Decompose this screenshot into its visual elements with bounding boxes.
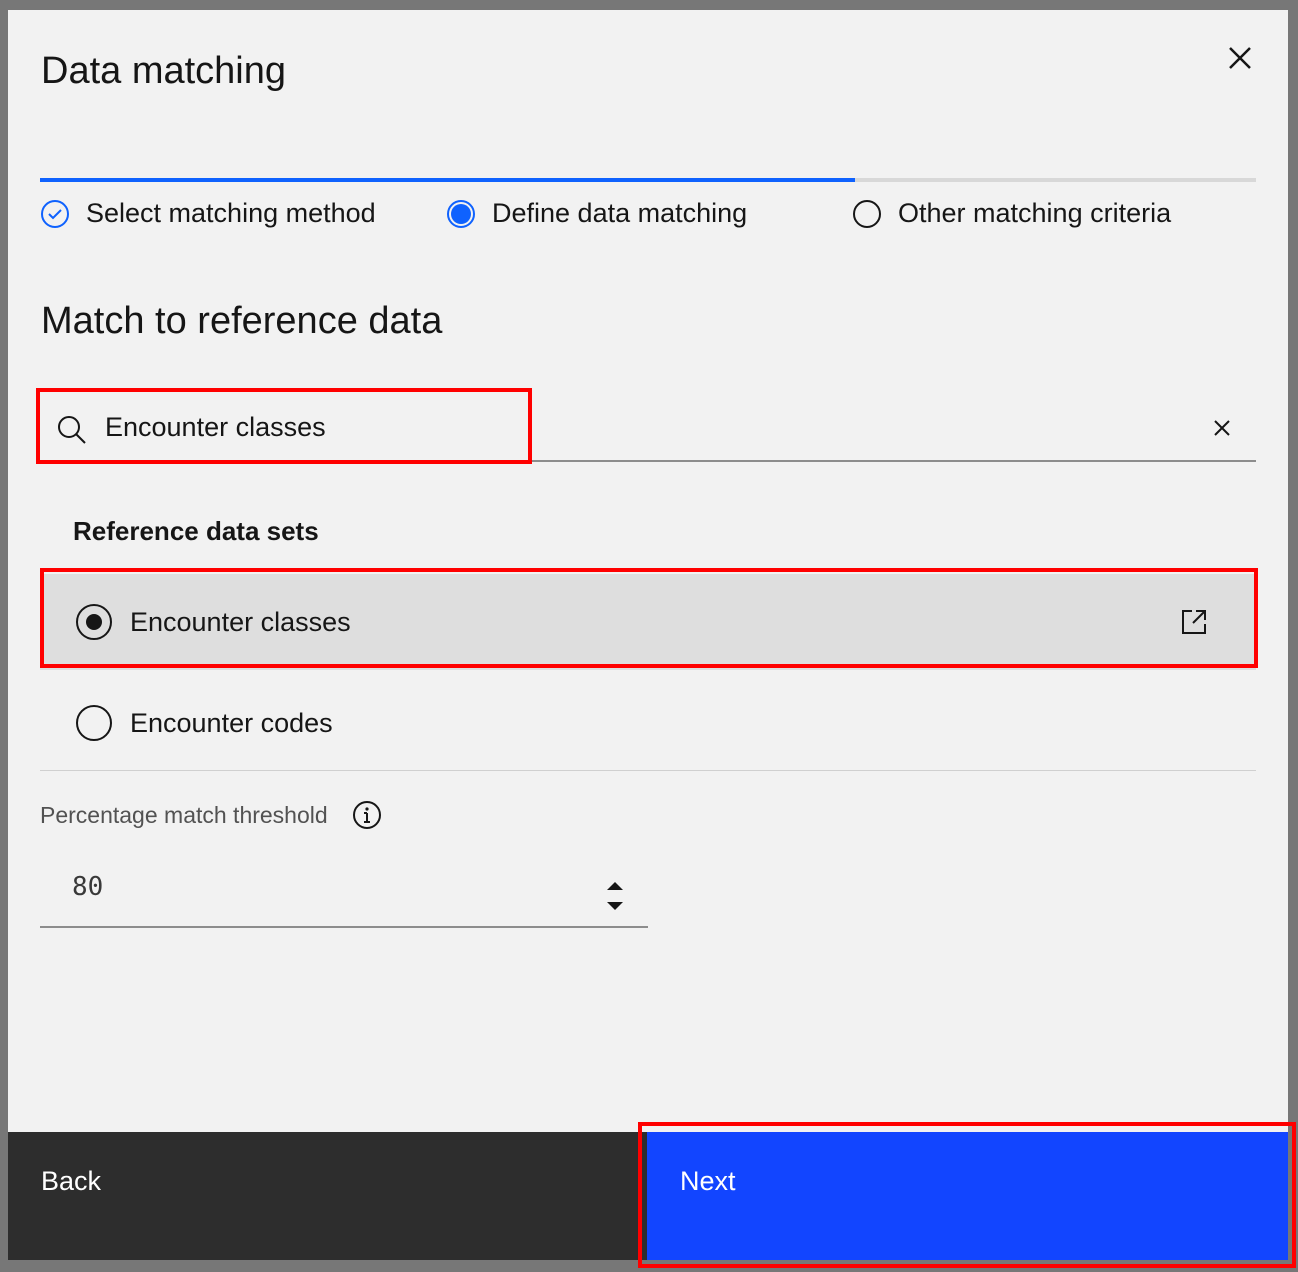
progress-fill (40, 178, 855, 182)
progress-bar (40, 178, 1256, 182)
incomplete-step-icon (853, 199, 881, 228)
close-icon[interactable] (1226, 44, 1254, 72)
checkmark-circle-icon (41, 199, 69, 228)
item-label: Encounter codes (130, 707, 333, 738)
current-step-icon (447, 199, 475, 228)
threshold-label: Percentage match threshold (40, 800, 382, 830)
external-link-icon[interactable] (1180, 608, 1208, 636)
modal-title: Data matching (41, 50, 287, 92)
reference-item-encounter-classes[interactable]: Encounter classes (40, 574, 1256, 670)
step-select-matching-method[interactable]: Select matching method (40, 198, 376, 229)
next-button[interactable]: Next (647, 1132, 1288, 1260)
step-label: Other matching criteria (898, 198, 1172, 228)
reference-heading: Reference data sets (73, 516, 319, 546)
data-matching-modal: Data matching Select matching method Def… (8, 10, 1288, 1260)
threshold-label-text: Percentage match threshold (40, 801, 328, 828)
modal-footer: Back Next (8, 1132, 1288, 1260)
reference-item-encounter-codes[interactable]: Encounter codes (40, 676, 1256, 771)
step-other-matching-criteria[interactable]: Other matching criteria (852, 198, 1171, 229)
threshold-value: 80 (72, 872, 104, 902)
step-define-data-matching[interactable]: Define data matching (446, 198, 747, 229)
back-button[interactable]: Back (8, 1132, 647, 1260)
search-input[interactable]: Encounter classes (40, 408, 1256, 462)
step-label: Define data matching (492, 198, 748, 228)
stepper-arrows-icon[interactable] (606, 880, 624, 914)
info-icon[interactable] (352, 800, 382, 830)
radio-unselected[interactable] (76, 705, 112, 741)
search-value: Encounter classes (105, 412, 326, 442)
item-label: Encounter classes (130, 606, 351, 637)
search-icon (58, 416, 86, 444)
radio-selected[interactable] (76, 604, 112, 640)
section-heading: Match to reference data (41, 300, 443, 342)
threshold-number-input[interactable]: 80 (40, 860, 648, 928)
clear-search-icon[interactable] (1212, 418, 1232, 438)
step-label: Select matching method (86, 198, 376, 228)
